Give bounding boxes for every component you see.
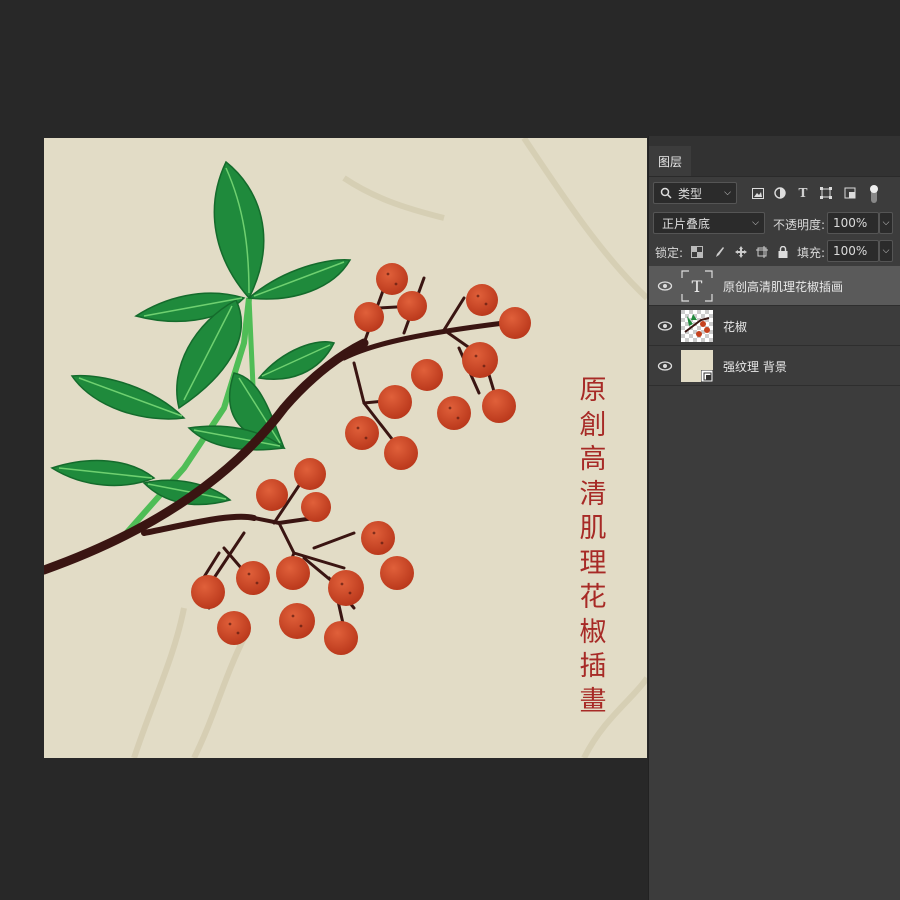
lock-position-icon[interactable] bbox=[733, 244, 749, 260]
adjustment-filter-icon[interactable] bbox=[772, 185, 788, 201]
tab-layers[interactable]: 图层 bbox=[649, 146, 691, 176]
eye-icon[interactable] bbox=[657, 318, 673, 334]
title-char: 高 bbox=[579, 444, 607, 475]
title-char: 肌 bbox=[579, 513, 607, 544]
layer-filter-row: 类型 ⌵ T bbox=[649, 182, 900, 206]
lock-all-icon[interactable] bbox=[775, 244, 791, 260]
filter-kind-label: 类型 bbox=[678, 186, 703, 201]
search-icon bbox=[660, 187, 672, 199]
document-canvas[interactable]: 原 創 高 清 肌 理 花 椒 插 畫 bbox=[44, 138, 647, 758]
fill-input[interactable]: 100% bbox=[827, 240, 879, 262]
pepper-branch bbox=[44, 276, 507, 630]
fill-label: 填充: bbox=[797, 246, 826, 260]
lock-label: 锁定: bbox=[655, 246, 684, 260]
title-char: 創 bbox=[579, 409, 607, 441]
text-layer-thumbnail: T bbox=[681, 270, 713, 302]
panel-tab-bar: 图层 bbox=[649, 136, 900, 177]
lock-paint-icon[interactable] bbox=[711, 244, 727, 260]
pixel-layer-thumbnail bbox=[681, 310, 713, 342]
title-char: 原 bbox=[579, 375, 607, 406]
title-char: 理 bbox=[579, 547, 607, 579]
layer-name: 强纹理 背景 bbox=[723, 360, 787, 374]
layers-panel: 图层 类型 ⌵ T 正片叠底 ⌵ 不透明度: 100% ⌵ 锁定: 填充: 10… bbox=[648, 136, 900, 900]
vertical-calligraphy-title: 原 創 高 清 肌 理 花 椒 插 畫 bbox=[574, 374, 612, 719]
lock-artboard-icon[interactable] bbox=[754, 244, 770, 260]
opacity-input[interactable]: 100% bbox=[827, 212, 879, 234]
lock-transparency-icon[interactable] bbox=[689, 244, 705, 260]
type-filter-icon[interactable]: T bbox=[795, 185, 811, 201]
eye-icon[interactable] bbox=[657, 358, 673, 374]
filter-toggle[interactable] bbox=[869, 184, 879, 204]
shape-filter-icon[interactable] bbox=[818, 185, 834, 201]
eye-icon[interactable] bbox=[657, 278, 673, 294]
blend-row: 正片叠底 ⌵ 不透明度: 100% ⌵ bbox=[649, 212, 900, 236]
smart-object-badge-icon bbox=[701, 370, 713, 382]
layer-row-pixel[interactable]: 花椒 bbox=[649, 306, 900, 346]
blend-mode-select[interactable]: 正片叠底 ⌵ bbox=[653, 212, 765, 234]
opacity-dropdown[interactable]: ⌵ bbox=[879, 212, 893, 234]
title-char: 畫 bbox=[579, 685, 607, 717]
title-char: 清 bbox=[579, 478, 607, 510]
blend-mode-label: 正片叠底 bbox=[662, 216, 711, 231]
layer-row-background[interactable]: 强纹理 背景 bbox=[649, 346, 900, 386]
layer-name: 原创高清肌理花椒插画 bbox=[723, 280, 844, 294]
layer-row-text[interactable]: T 原创高清肌理花椒插画 bbox=[649, 266, 900, 306]
smart-layer-thumbnail bbox=[681, 350, 713, 382]
filter-kind-select[interactable]: 类型 ⌵ bbox=[653, 182, 737, 204]
fill-value: 100% bbox=[833, 244, 868, 258]
title-char: 插 bbox=[579, 651, 607, 682]
smart-object-filter-icon[interactable] bbox=[842, 185, 858, 201]
lock-row: 锁定: 填充: 100% ⌵ bbox=[649, 240, 900, 264]
fill-dropdown[interactable]: ⌵ bbox=[879, 240, 893, 262]
chevron-down-icon: ⌵ bbox=[724, 188, 731, 198]
pepper-illustration bbox=[44, 138, 647, 758]
opacity-label: 不透明度: bbox=[773, 218, 826, 232]
title-char: 椒 bbox=[579, 616, 607, 648]
opacity-value: 100% bbox=[833, 216, 868, 230]
image-filter-icon[interactable] bbox=[750, 185, 766, 201]
title-char: 花 bbox=[579, 582, 607, 613]
layer-name: 花椒 bbox=[723, 320, 748, 334]
chevron-down-icon: ⌵ bbox=[752, 218, 759, 228]
